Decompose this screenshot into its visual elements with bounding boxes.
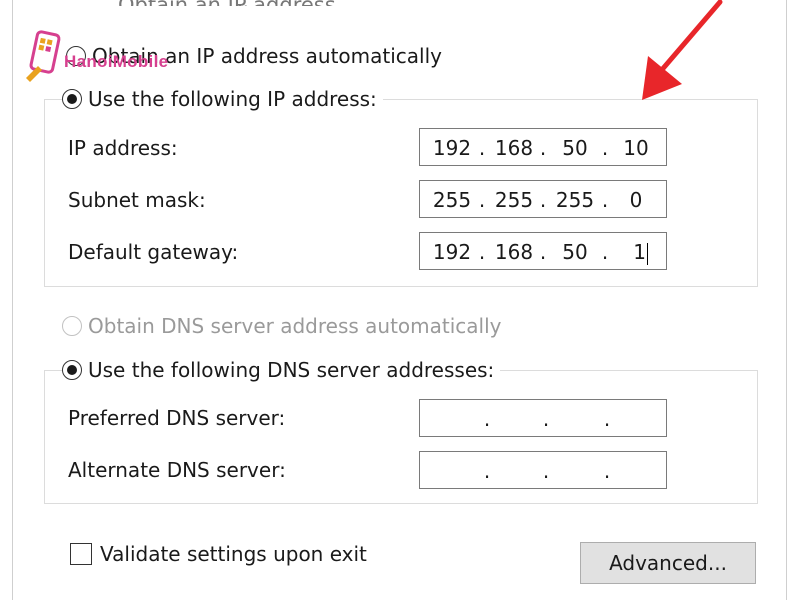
dialog-right-border: [786, 0, 787, 600]
octet: 192: [432, 136, 472, 160]
text-caret: [647, 242, 648, 265]
octet-separator: .: [483, 459, 491, 483]
octet-separator: .: [542, 407, 550, 431]
watermark-text: HanoiMobile: [64, 52, 169, 71]
radio-disabled[interactable]: [62, 316, 82, 336]
octet-separator: .: [478, 188, 486, 212]
radio-checked[interactable]: [62, 89, 82, 109]
ip-address-field[interactable]: 192 . 168 . 50 . 10: [419, 128, 667, 166]
octet: 50: [562, 240, 588, 264]
subnet-mask-field[interactable]: 255 . 255 . 255 . 0: [419, 180, 667, 218]
use-following-ip-label: Use the following IP address:: [88, 87, 377, 111]
use-following-dns-label: Use the following DNS server addresses:: [88, 358, 495, 382]
octet-separator: .: [483, 407, 491, 431]
octet-separator: .: [603, 407, 611, 431]
obtain-dns-auto-label: Obtain DNS server address automatically: [88, 314, 502, 338]
alternate-dns-field[interactable]: . . .: [419, 451, 667, 489]
validate-settings-checkbox[interactable]: Validate settings upon exit: [70, 542, 367, 566]
obtain-dns-auto-radio[interactable]: Obtain DNS server address automatically: [62, 314, 502, 338]
octet-separator: .: [539, 240, 547, 264]
octet: 50: [562, 136, 588, 160]
octet-separator: .: [601, 188, 609, 212]
octet: 255: [494, 188, 534, 212]
subnet-mask-label: Subnet mask:: [68, 188, 206, 212]
dialog-left-border: [12, 0, 13, 600]
red-arrow-icon: [642, 0, 723, 100]
octet-separator: .: [478, 136, 486, 160]
octet-separator: .: [603, 459, 611, 483]
radio-checked[interactable]: [62, 360, 82, 380]
octet: 1: [614, 240, 648, 265]
octet: 168: [494, 240, 534, 264]
octet: 10: [623, 136, 649, 160]
phone-wrench-logo-icon: [26, 30, 61, 82]
octet-separator: .: [539, 188, 547, 212]
octet-separator: .: [601, 240, 609, 264]
use-following-ip-radio[interactable]: Use the following IP address:: [62, 87, 383, 111]
checkbox-box[interactable]: [70, 543, 92, 565]
alternate-dns-label: Alternate DNS server:: [68, 458, 286, 482]
cut-off-heading: Obtain an IP address automatically: [118, 0, 448, 6]
advanced-button[interactable]: Advanced...: [580, 542, 756, 584]
octet-separator: .: [478, 240, 486, 264]
octet: 255: [432, 188, 472, 212]
preferred-dns-field[interactable]: . . .: [419, 399, 667, 437]
default-gateway-field[interactable]: 192 . 168 . 50 . 1: [419, 232, 667, 270]
octet: 255: [555, 188, 595, 212]
use-following-dns-radio[interactable]: Use the following DNS server addresses:: [62, 358, 501, 382]
octet: 0: [629, 188, 643, 212]
octet-separator: .: [539, 136, 547, 160]
octet-value: 1: [633, 240, 646, 264]
octet-separator: .: [601, 136, 609, 160]
ip-address-label: IP address:: [68, 136, 178, 160]
preferred-dns-label: Preferred DNS server:: [68, 406, 286, 430]
validate-settings-label: Validate settings upon exit: [100, 542, 367, 566]
hanoimobile-watermark: HanoiMobile: [24, 30, 204, 84]
octet: 192: [432, 240, 472, 264]
default-gateway-label: Default gateway:: [68, 240, 239, 264]
octet-separator: .: [542, 459, 550, 483]
octet: 168: [494, 136, 534, 160]
